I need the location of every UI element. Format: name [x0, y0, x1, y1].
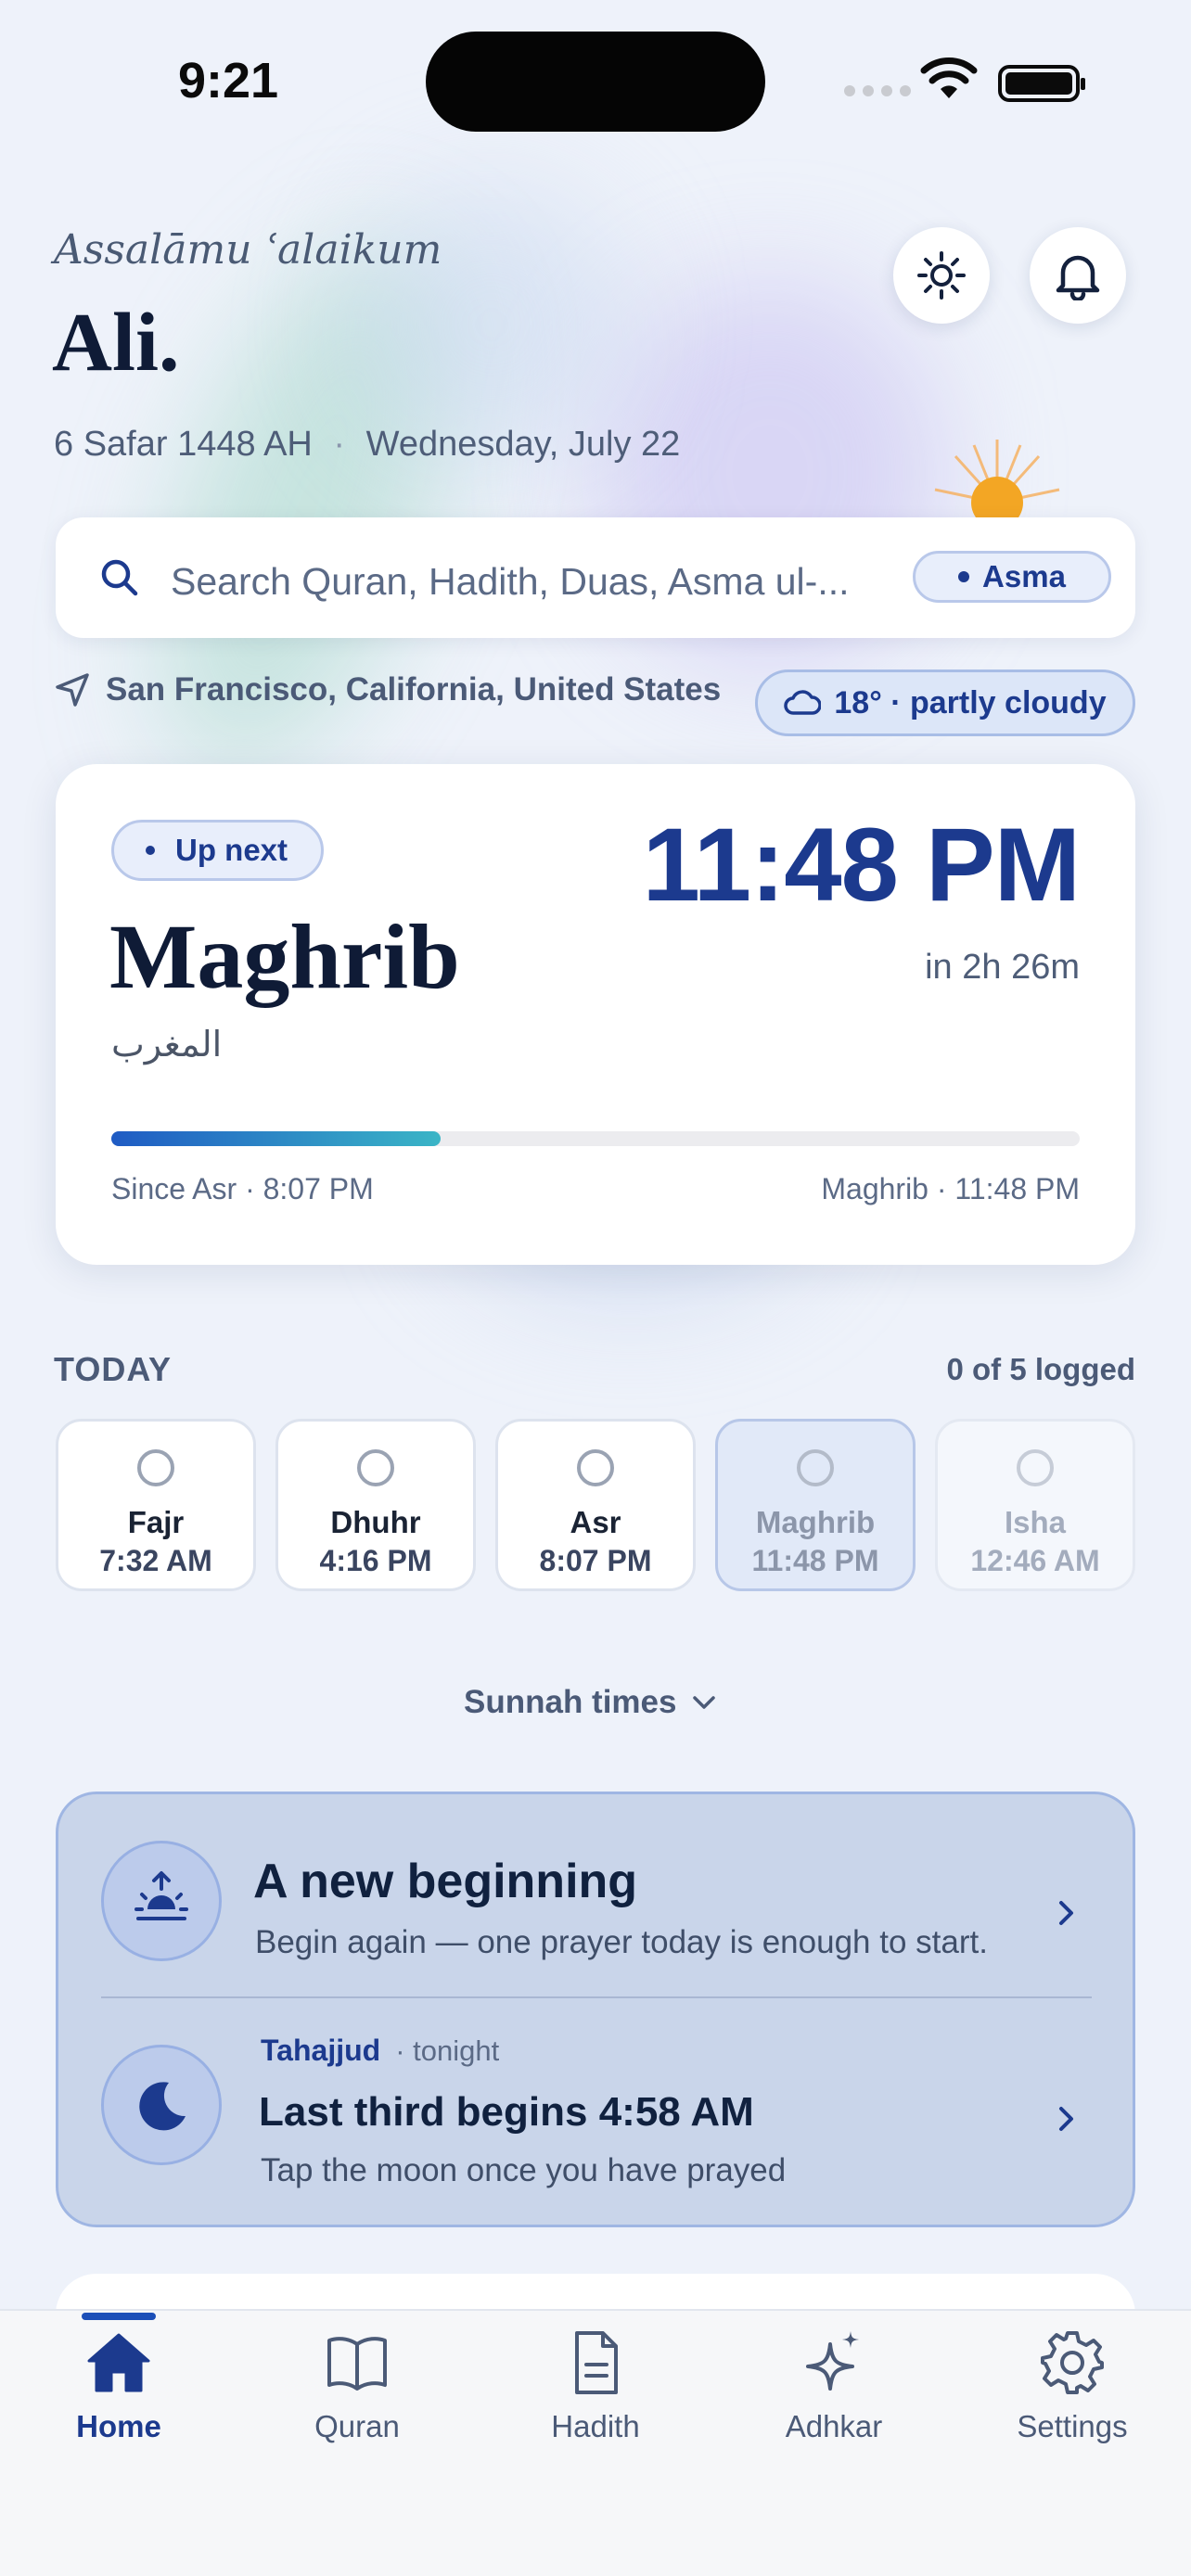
- prayer-tile-time: 12:46 AM: [970, 1544, 1100, 1577]
- until-label: Maghrib · 11:48 PM: [821, 1172, 1080, 1205]
- gear-icon: [1041, 2331, 1104, 2394]
- greeting: Assalāmu ʿalaikum: [54, 226, 442, 274]
- weather-chip[interactable]: 18° · partly cloudy: [755, 670, 1135, 736]
- log-circle-icon: [1017, 1449, 1054, 1486]
- tab-label: Hadith: [551, 2409, 640, 2443]
- theme-toggle-button[interactable]: [893, 227, 990, 324]
- today-heading: TODAY: [54, 1350, 173, 1388]
- chevron-down-icon: [693, 1696, 716, 1709]
- tab-hadith[interactable]: Hadith: [503, 2326, 688, 2444]
- tab-adhkar[interactable]: Adhkar: [741, 2326, 927, 2444]
- prayer-tiles: Fajr 7:32 AM Dhuhr 4:16 PM Asr 8:07 PM M…: [56, 1419, 1135, 1591]
- beginning-subtitle: Begin again — one prayer today is enough…: [255, 1924, 988, 1960]
- sunnah-times-label: Sunnah times: [464, 1684, 677, 1720]
- prayer-progress-fill: [111, 1131, 441, 1146]
- prayer-progress-track: [111, 1131, 1080, 1146]
- prayer-tile-isha[interactable]: Isha 12:46 AM: [935, 1419, 1135, 1591]
- sun-illustration: [934, 440, 1060, 529]
- next-prayer-countdown: in 2h 26m: [925, 948, 1080, 987]
- notifications-button[interactable]: [1030, 227, 1126, 324]
- log-circle-icon: [797, 1449, 834, 1486]
- user-name: Ali.: [52, 297, 180, 389]
- log-circle-icon: [357, 1449, 394, 1486]
- next-prayer-time: 11:48 PM: [642, 807, 1081, 923]
- tahajjud-when: · tonight: [395, 2034, 500, 2067]
- moon-button[interactable]: [101, 2045, 222, 2165]
- prayer-tile-maghrib[interactable]: Maghrib 11:48 PM: [715, 1419, 916, 1591]
- prayer-tile-name: Fajr: [127, 1505, 185, 1539]
- next-prayer-card[interactable]: Up next Maghrib المغرب 11:48 PM in 2h 26…: [56, 764, 1135, 1265]
- sun-icon: [917, 251, 966, 300]
- chevron-right-icon[interactable]: [1051, 2104, 1081, 2134]
- prayer-tile-name: Isha: [1004, 1505, 1067, 1539]
- date-line: 6 Safar 1448 AH · Wednesday, July 22: [54, 425, 680, 465]
- asma-filter-chip[interactable]: Asma: [913, 551, 1111, 603]
- document-icon: [575, 2331, 618, 2394]
- cloud-icon: [784, 690, 822, 715]
- date-separator: ·: [333, 425, 346, 464]
- status-bar: 9:21: [0, 0, 1191, 148]
- beginning-title: A new beginning: [253, 1855, 638, 1908]
- prayer-tile-name: Dhuhr: [330, 1505, 421, 1539]
- location-row[interactable]: San Francisco, California, United States: [54, 671, 721, 708]
- guidance-card: A new beginning Begin again — one prayer…: [56, 1792, 1135, 2227]
- location-label: San Francisco, California, United States: [106, 671, 722, 708]
- since-label: Since Asr · 8:07 PM: [111, 1172, 374, 1205]
- tab-quran[interactable]: Quran: [264, 2326, 450, 2444]
- up-next-label: Up next: [175, 833, 288, 867]
- tab-label: Quran: [314, 2409, 400, 2443]
- tahajjud-subtitle: Tap the moon once you have prayed: [261, 2152, 787, 2188]
- prayer-tile-time: 8:07 PM: [539, 1544, 652, 1577]
- card-divider: [101, 1996, 1092, 1998]
- sunrise-badge: [101, 1841, 222, 1961]
- tab-settings[interactable]: Settings: [980, 2326, 1165, 2444]
- prayer-tile-time: 11:48 PM: [751, 1544, 879, 1577]
- next-prayer-arabic: المغرب: [111, 1024, 223, 1065]
- location-arrow-icon: [56, 673, 89, 707]
- search-bar[interactable]: Search Quran, Hadith, Duas, Asma ul-... …: [56, 517, 1135, 638]
- up-next-badge: Up next: [111, 820, 325, 881]
- prayer-tile-name: Maghrib: [755, 1505, 876, 1539]
- book-icon: [327, 2337, 387, 2391]
- bell-icon: [1056, 255, 1100, 300]
- tahajjud-heading: Tahajjud · tonight: [261, 2034, 499, 2068]
- tab-bar: Home Quran Hadith Adhkar Settings: [0, 2309, 1191, 2576]
- prayer-tile-dhuhr[interactable]: Dhuhr 4:16 PM: [275, 1419, 476, 1591]
- active-tab-indicator: [82, 2313, 156, 2320]
- gregorian-date: Wednesday, July 22: [365, 425, 681, 464]
- moon-icon: [139, 2082, 186, 2131]
- asma-chip-label: Asma: [982, 559, 1066, 593]
- prayer-tile-fajr[interactable]: Fajr 7:32 AM: [56, 1419, 256, 1591]
- dynamic-island: [426, 32, 765, 132]
- search-input[interactable]: Search Quran, Hadith, Duas, Asma ul-...: [171, 560, 850, 604]
- tab-home[interactable]: Home: [26, 2326, 211, 2444]
- prayer-tile-time: 4:16 PM: [319, 1544, 432, 1577]
- logged-count: 0 of 5 logged: [946, 1352, 1135, 1386]
- prayer-tile-time: 7:32 AM: [99, 1544, 212, 1577]
- tahajjud-title: Last third begins 4:58 AM: [259, 2089, 754, 2135]
- log-circle-icon: [137, 1449, 174, 1486]
- next-prayer-name: Maghrib: [109, 905, 460, 1008]
- chip-dot: [958, 571, 970, 582]
- battery-icon: [998, 65, 1085, 102]
- home-icon: [87, 2333, 150, 2392]
- tab-label: Adhkar: [785, 2409, 883, 2443]
- tab-label: Settings: [1017, 2409, 1128, 2443]
- hijri-date: 6 Safar 1448 AH: [54, 425, 313, 464]
- log-circle-icon: [577, 1449, 614, 1486]
- wifi-icon: [920, 57, 978, 98]
- sunrise-icon: [134, 1871, 188, 1920]
- chevron-right-icon[interactable]: [1051, 1898, 1081, 1928]
- sunnah-times-toggle[interactable]: Sunnah times: [464, 1684, 717, 1721]
- badge-dot: [146, 846, 155, 855]
- status-time: 9:21: [178, 53, 279, 108]
- weather-label: 18° · partly cloudy: [834, 684, 1107, 721]
- tahajjud-label: Tahajjud: [261, 2034, 381, 2067]
- signal-icon: [844, 85, 911, 96]
- sparkle-icon: [806, 2331, 859, 2391]
- search-icon: [101, 559, 138, 596]
- tab-label: Home: [76, 2409, 161, 2443]
- prayer-tile-asr[interactable]: Asr 8:07 PM: [495, 1419, 696, 1591]
- prayer-tile-name: Asr: [570, 1505, 621, 1539]
